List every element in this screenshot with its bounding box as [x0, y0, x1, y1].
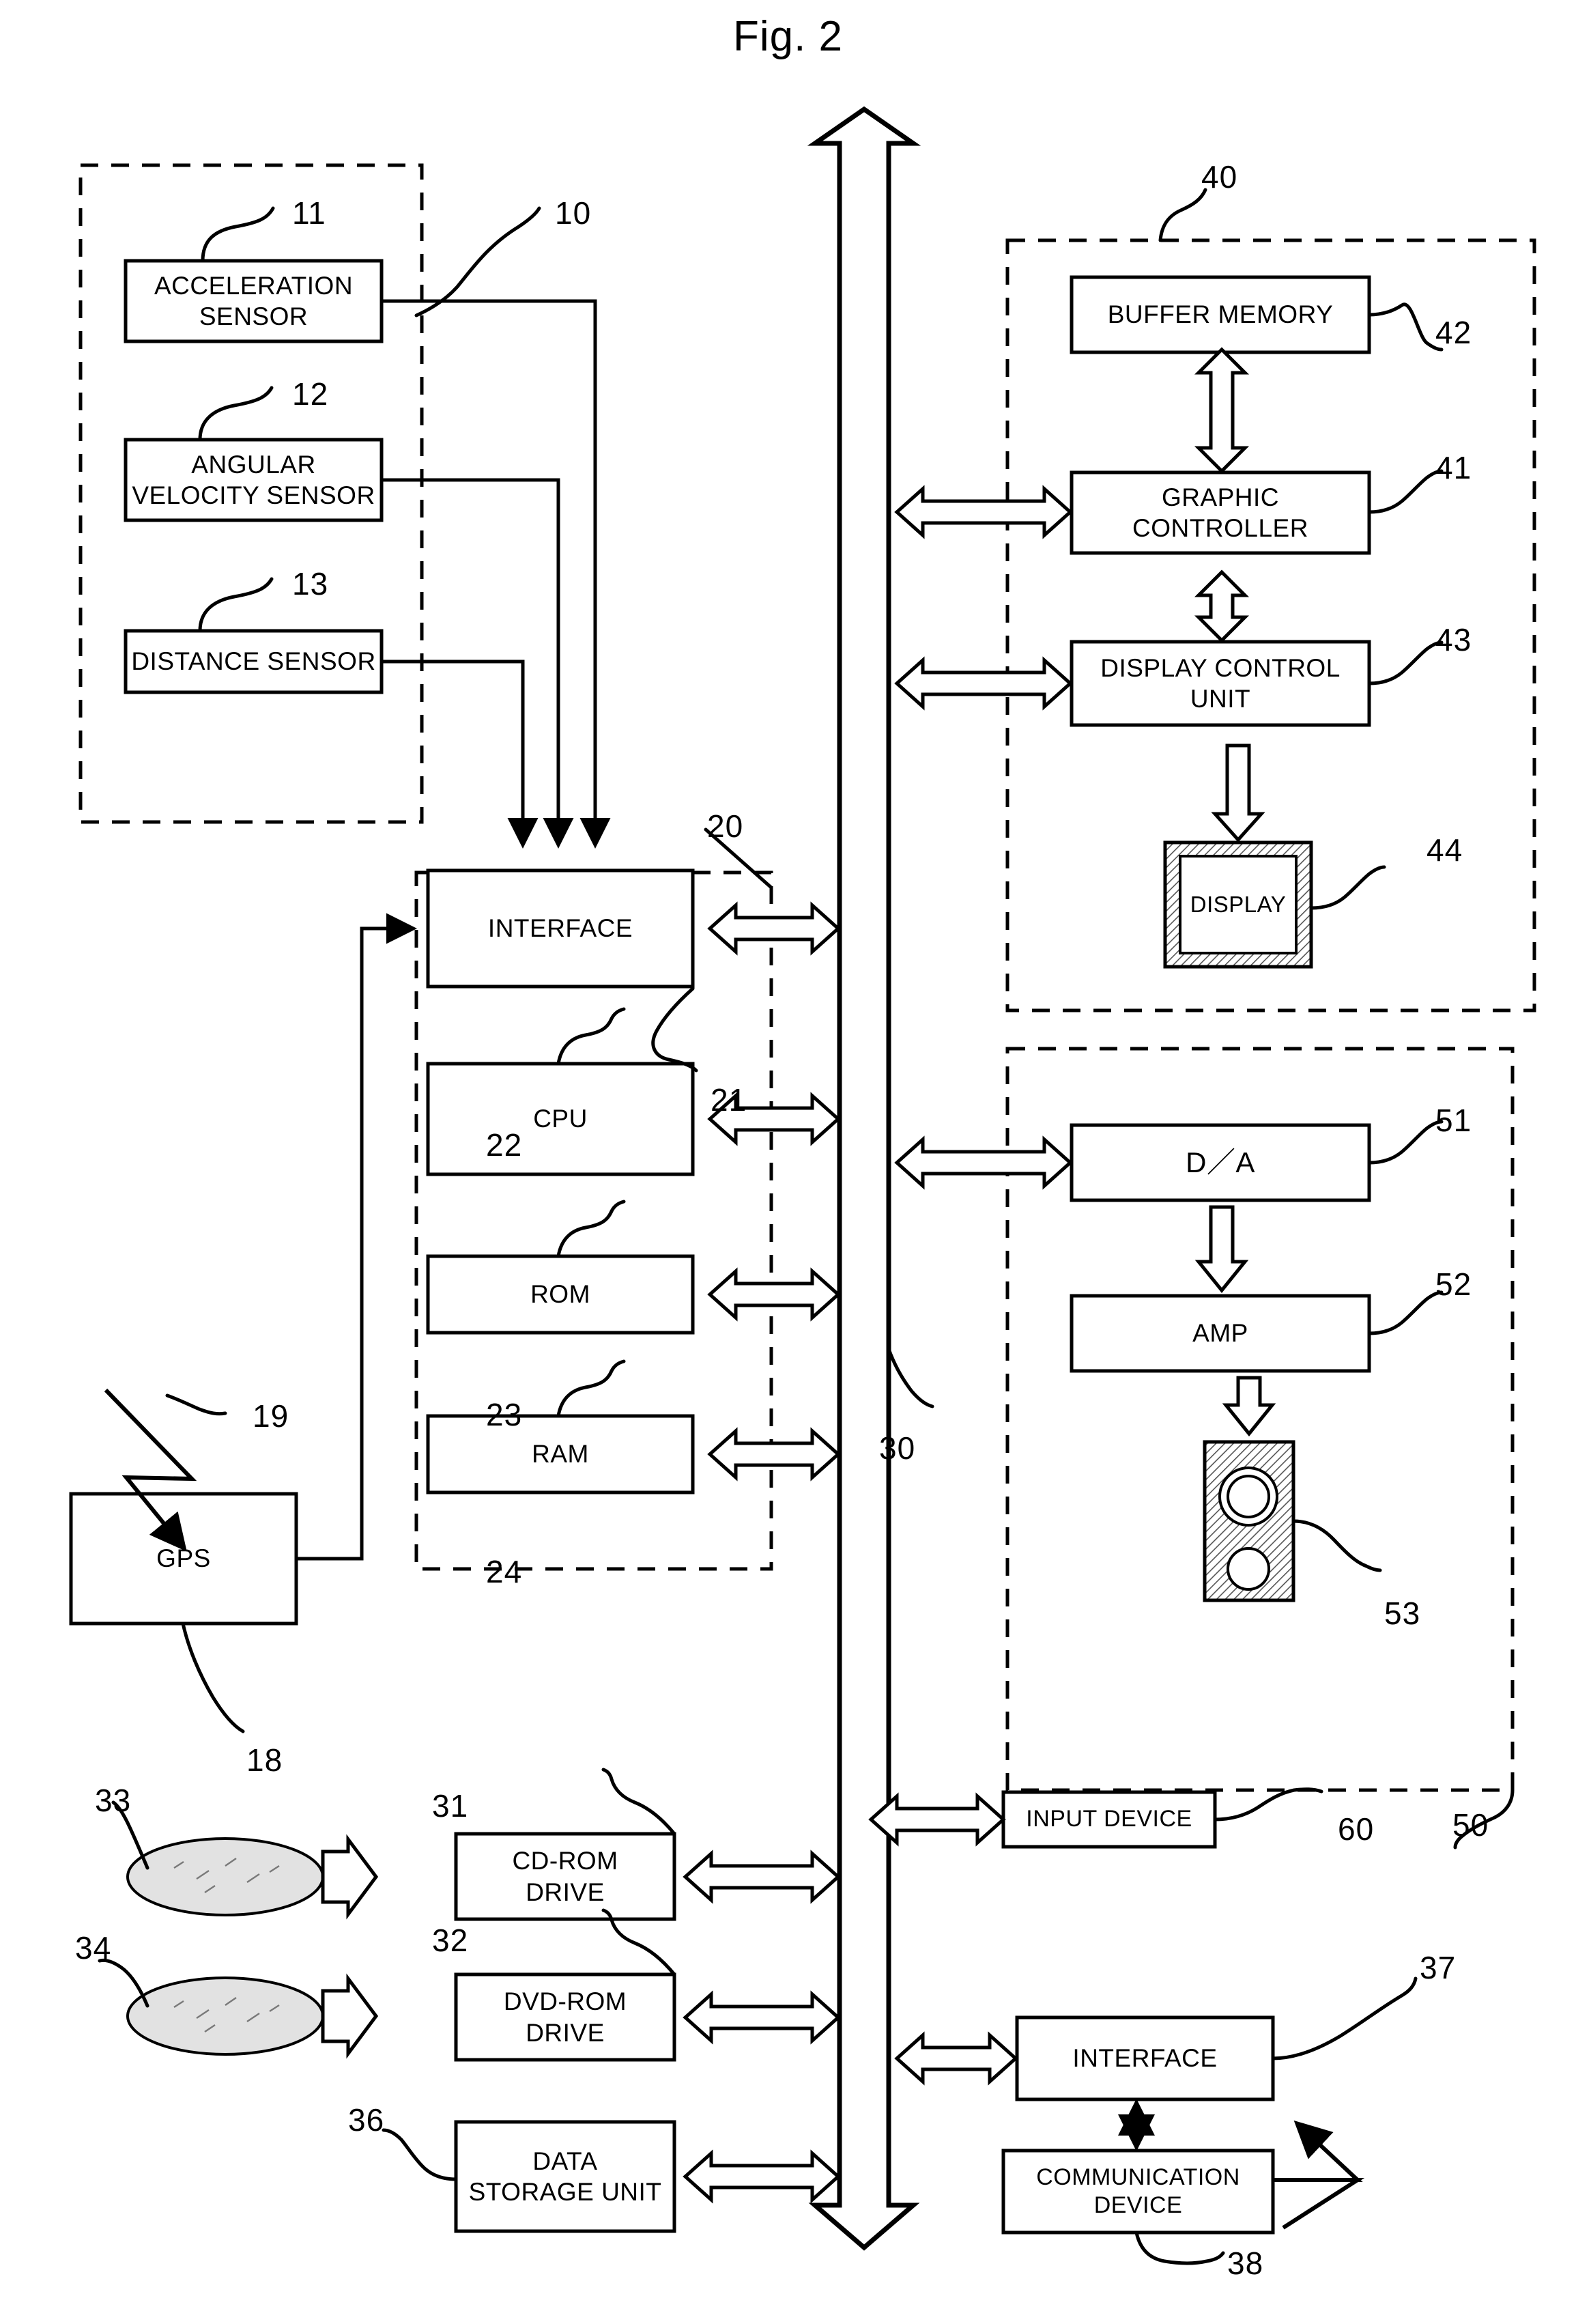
ref-numeral-19: 19	[253, 1398, 289, 1434]
box-graphic-controller	[1070, 470, 1371, 555]
box-interface-37	[1015, 2015, 1275, 2101]
ref-numeral-23: 23	[486, 1397, 523, 1432]
box-interface-21	[426, 868, 695, 989]
box-cpu	[426, 1062, 695, 1176]
system-bus	[807, 106, 921, 2251]
dvd-disc-icon	[126, 1976, 324, 2056]
display-monitor-icon	[1163, 840, 1313, 969]
box-input-device	[1001, 1790, 1217, 1849]
ref-numeral-11: 11	[292, 195, 326, 231]
ref-numeral-36: 36	[348, 2102, 385, 2138]
ref-numeral-52: 52	[1435, 1266, 1472, 1302]
ref-numeral-41: 41	[1435, 450, 1472, 485]
box-da-converter	[1070, 1123, 1371, 1202]
ref-numeral-42: 42	[1435, 315, 1472, 350]
ref-numeral-22: 22	[486, 1127, 523, 1163]
ref-numeral-50: 50	[1452, 1807, 1489, 1843]
box-buffer-memory	[1070, 275, 1371, 354]
ref-numeral-13: 13	[292, 566, 329, 601]
box-gps	[69, 1492, 298, 1626]
ref-numeral-43: 43	[1435, 622, 1472, 657]
box-rom	[426, 1254, 695, 1335]
box-display-control-unit	[1070, 640, 1371, 727]
ref-numeral-60: 60	[1338, 1811, 1375, 1847]
ref-numeral-30: 30	[879, 1430, 916, 1466]
box-cd-rom-drive	[454, 1832, 676, 1921]
ref-numeral-44: 44	[1427, 832, 1463, 868]
ref-numeral-10: 10	[555, 195, 592, 231]
box-acceleration-sensor	[124, 259, 384, 343]
ref-numeral-51: 51	[1435, 1103, 1472, 1138]
ref-numeral-18: 18	[246, 1742, 283, 1778]
ref-numeral-53: 53	[1384, 1596, 1421, 1631]
speaker-icon	[1203, 1440, 1295, 1602]
box-amp	[1070, 1294, 1371, 1373]
ref-numeral-38: 38	[1227, 2245, 1264, 2281]
ref-numeral-32: 32	[432, 1923, 469, 1958]
ref-numeral-40: 40	[1201, 159, 1238, 195]
ref-numeral-33: 33	[95, 1783, 132, 1818]
patent-figure-canvas: Fig. 2 ACCELERATION SENSOR ANGULAR VELOC…	[0, 0, 1576, 2324]
ref-numeral-24: 24	[486, 1554, 523, 1589]
optical-disc-icons	[126, 1837, 324, 2056]
box-communication-device	[1001, 2149, 1275, 2235]
box-data-storage-unit	[454, 2120, 676, 2233]
block-rectangles	[69, 259, 1371, 2235]
box-distance-sensor	[124, 629, 384, 694]
box-dvd-rom-drive	[454, 1972, 676, 2062]
ref-numeral-31: 31	[432, 1788, 469, 1824]
ref-numeral-21: 21	[711, 1082, 747, 1118]
ref-numeral-20: 20	[707, 808, 744, 844]
diagram-vector-layer	[69, 106, 1536, 2265]
box-ram	[426, 1414, 695, 1494]
ref-numeral-12: 12	[292, 376, 329, 412]
ref-numeral-37: 37	[1420, 1950, 1457, 1985]
cd-disc-icon	[126, 1837, 324, 1916]
ref-numeral-34: 34	[75, 1930, 112, 1966]
box-angular-velocity-sensor	[124, 438, 384, 522]
